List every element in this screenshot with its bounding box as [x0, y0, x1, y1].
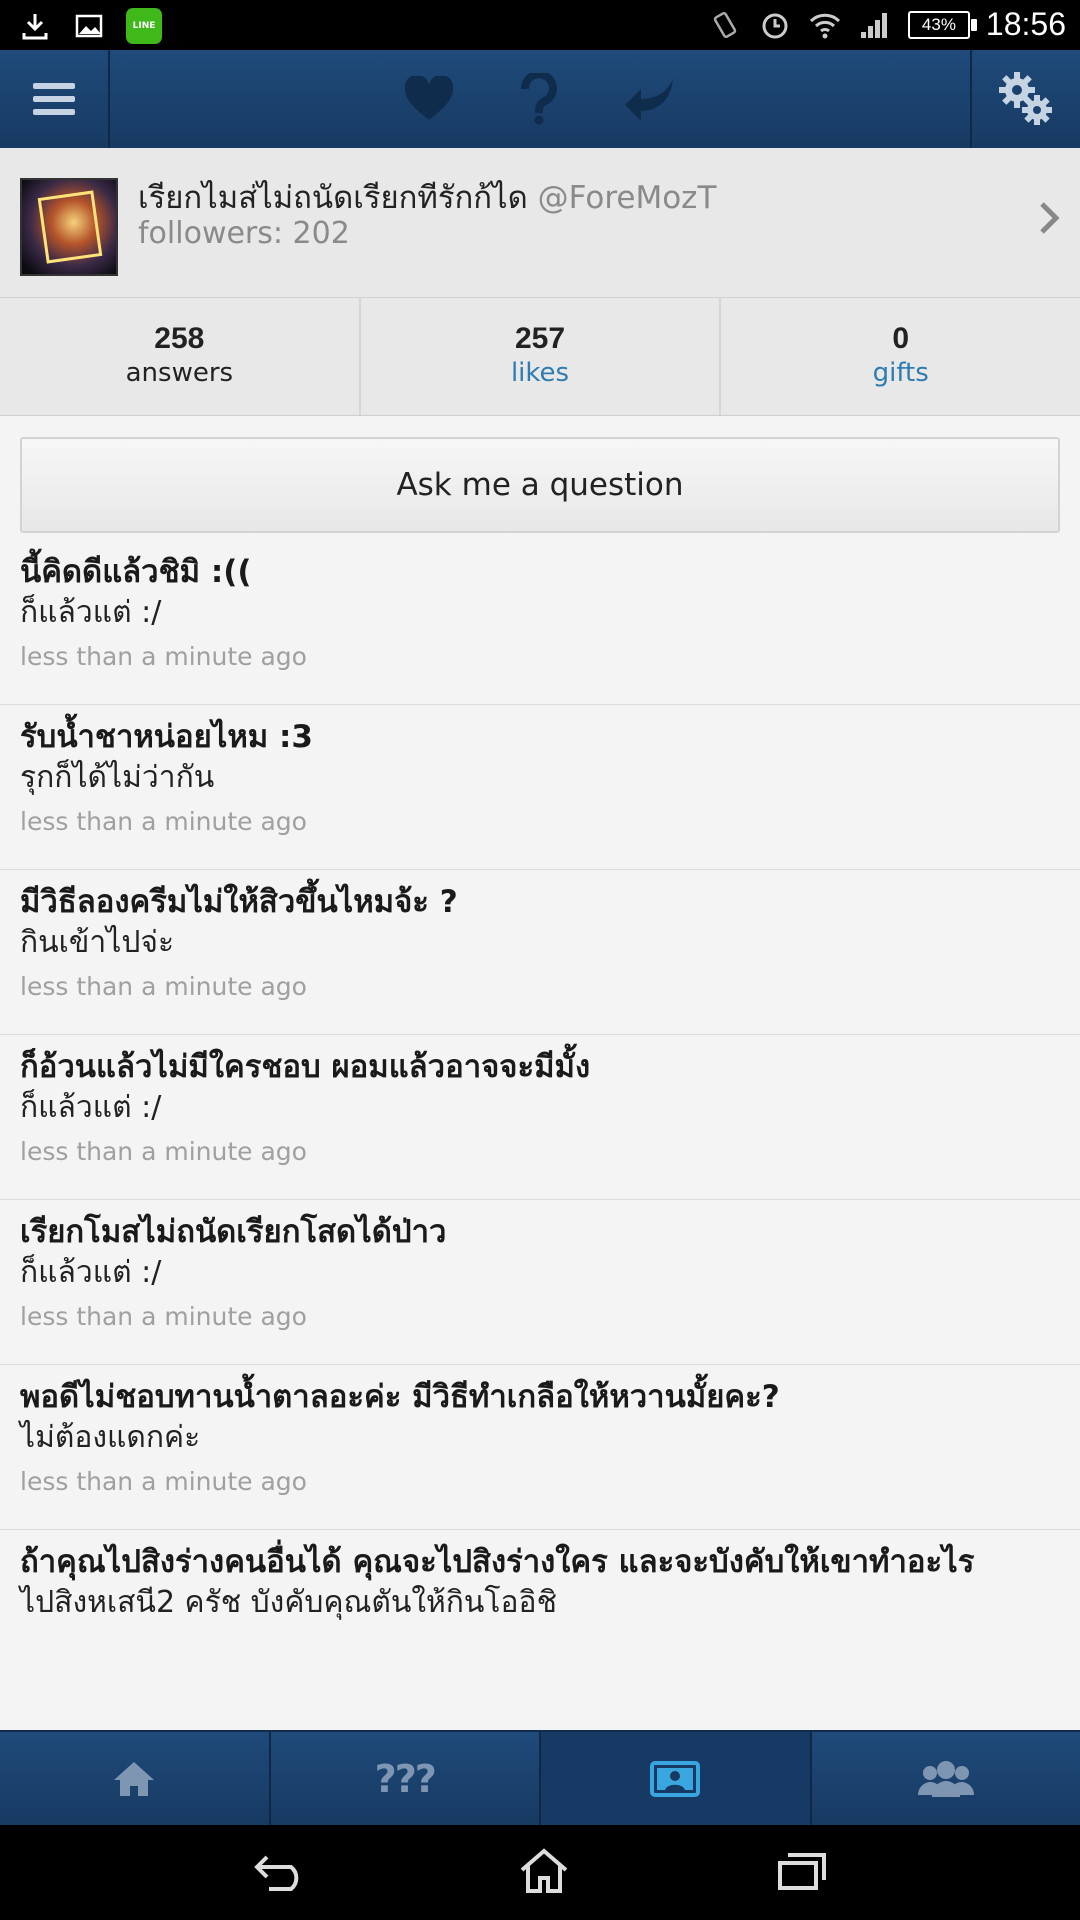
likes-button[interactable]	[403, 76, 455, 122]
tab-friends[interactable]	[812, 1732, 1080, 1825]
stat-likes[interactable]: 257 likes	[361, 298, 722, 415]
signal-icon	[858, 8, 892, 42]
tab-questions[interactable]: ???	[271, 1732, 541, 1825]
settings-button[interactable]	[970, 50, 1080, 148]
top-action-bar	[0, 50, 1080, 148]
item-timestamp: less than a minute ago	[20, 972, 307, 1001]
heart-icon	[404, 76, 454, 120]
profile-card-icon	[650, 1760, 701, 1797]
answers-feed: นี้คิดดีแล้วชิมิ :(( ก็แล้วแต่ :/ less t…	[0, 540, 1080, 1695]
profile-name-line: เรียกไมส่ไม่ถนัดเรียกทีรักก้ได @ForeMozT	[138, 172, 716, 222]
clock: 18:56	[985, 6, 1066, 42]
list-item[interactable]: พอดีไม่ชอบทานน้ำตาลอะค่ะ มีวิธีทำเกลือให…	[0, 1365, 1080, 1530]
battery-percent: 43%	[921, 14, 956, 34]
battery-tip	[970, 18, 977, 31]
stat-gifts-label[interactable]: gifts	[721, 358, 1080, 388]
item-timestamp: less than a minute ago	[20, 1137, 307, 1166]
avatar-image-frame	[37, 190, 103, 264]
stat-gifts-value: 0	[892, 322, 910, 355]
top-center-actions	[110, 50, 970, 148]
list-item[interactable]: เรียกโมสไม่ถนัดเรียกโสดได้ป่าว ก็แล้วแต่…	[0, 1200, 1080, 1365]
home-system-button[interactable]	[518, 1847, 570, 1898]
followers-count: followers: 202	[138, 216, 350, 251]
item-timestamp: less than a minute ago	[20, 642, 307, 671]
avatar[interactable]	[20, 178, 118, 276]
back-icon	[254, 1855, 299, 1891]
vibrate-icon	[708, 8, 742, 42]
battery-indicator: 43%	[907, 10, 977, 39]
image-icon	[72, 9, 106, 43]
home-icon	[114, 1761, 155, 1796]
item-answer: ไปสิงหเสนี2 ครัช บังคับคุณตันให้กินโออิช…	[20, 1585, 557, 1620]
recents-button[interactable]	[777, 1851, 827, 1895]
friends-icon	[917, 1760, 974, 1797]
profile-name: เรียกไมส่ไม่ถนัดเรียกทีรักก้ได	[138, 180, 528, 216]
item-answer: รุกก็ได้ไม่ว่ากัน	[20, 760, 215, 795]
tab-home[interactable]	[0, 1732, 271, 1825]
profile-handle: @ForeMozT	[537, 180, 717, 216]
item-timestamp: less than a minute ago	[20, 807, 307, 836]
answer-button[interactable]	[623, 75, 677, 123]
stat-gifts[interactable]: 0 gifts	[721, 298, 1080, 415]
ask-question-button[interactable]: Ask me a question	[20, 437, 1060, 533]
list-item[interactable]: ก็อ้วนแล้วไม่มีใครชอบ ผอมแล้วอาจจะมีมั้ง…	[0, 1035, 1080, 1200]
stat-answers[interactable]: 258 answers	[0, 298, 361, 415]
list-item[interactable]: รับน้ำชาหน่อยไหม :3 รุกก็ได้ไม่ว่ากัน le…	[0, 705, 1080, 870]
download-icon	[18, 9, 52, 43]
item-timestamp: less than a minute ago	[20, 1467, 307, 1496]
stat-answers-value: 258	[154, 322, 205, 355]
home-outline-icon	[520, 1847, 568, 1893]
list-item[interactable]: มีวิธีลองครีมไม่ให้สิวขึ้นไหมจ้ะ ? กินเข…	[0, 870, 1080, 1035]
chevron-right-icon[interactable]	[1038, 198, 1062, 242]
reply-arrow-icon	[625, 79, 673, 121]
list-item[interactable]: นี้คิดดีแล้วชิมิ :(( ก็แล้วแต่ :/ less t…	[0, 540, 1080, 705]
item-answer: ก็แล้วแต่ :/	[20, 1255, 162, 1290]
stat-likes-label[interactable]: likes	[361, 358, 720, 388]
stat-answers-label: answers	[125, 358, 234, 388]
stat-likes-value: 257	[514, 322, 566, 355]
hamburger-icon	[33, 83, 75, 115]
alarm-icon	[758, 8, 792, 42]
list-item[interactable]: ถ้าคุณไปสิงร่างคนอื่นได้ คุณจะไปสิงร่างใ…	[0, 1530, 1080, 1695]
item-answer: ก็แล้วแต่ :/	[20, 595, 162, 630]
item-timestamp: less than a minute ago	[20, 1302, 307, 1331]
menu-button[interactable]	[0, 50, 110, 148]
profile-stats: 258 answers 257 likes 0 gifts	[0, 298, 1080, 416]
item-answer: ก็แล้วแต่ :/	[20, 1090, 162, 1125]
recents-icon	[777, 1852, 826, 1890]
system-nav-bar	[0, 1825, 1080, 1920]
tab-profile[interactable]	[541, 1732, 812, 1825]
bottom-tab-bar: ???	[0, 1730, 1080, 1825]
status-bar: LINE 43% 18:56	[0, 0, 1080, 50]
item-answer: ไม่ต้องแดกค่ะ	[20, 1420, 201, 1455]
question-mark-icon	[521, 73, 557, 125]
line-app-icon: LINE	[126, 8, 162, 44]
questions-tab-label: ???	[374, 1756, 437, 1801]
item-answer: กินเข้าไปจ่ะ	[20, 925, 175, 960]
questions-button[interactable]	[519, 73, 559, 125]
back-button[interactable]	[253, 1851, 311, 1895]
gears-icon	[999, 72, 1052, 125]
wifi-icon	[808, 8, 842, 42]
profile-header[interactable]: เรียกไมส่ไม่ถนัดเรียกทีรักก้ได @ForeMozT…	[0, 148, 1080, 298]
